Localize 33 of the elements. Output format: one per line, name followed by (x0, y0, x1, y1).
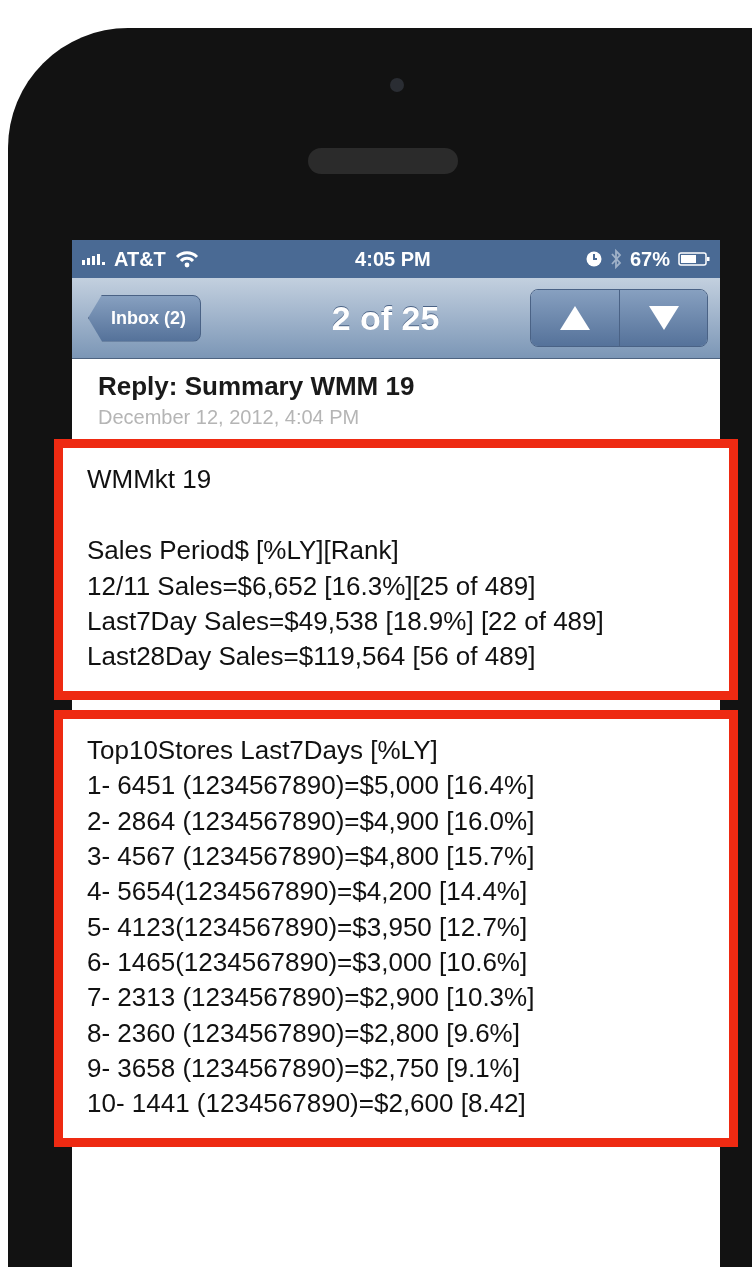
message-line: 1- 6451 (1234567890)=$5,000 [16.4%] (87, 769, 536, 803)
alarm-clock-icon (585, 251, 602, 267)
up-triangle-icon (560, 306, 590, 330)
message-line: 10- 1441 (1234567890)=$2,600 [8.42] (87, 1087, 527, 1121)
next-message-button[interactable] (619, 290, 707, 346)
message-line: 4- 5654(1234567890)=$4,200 [14.4%] (87, 875, 529, 909)
signal-icon (82, 253, 106, 265)
message-line: WMMkt 19 (87, 463, 213, 496)
message-date: December 12, 2012, 4:04 PM (97, 406, 361, 429)
battery-percent: 67% (629, 247, 670, 271)
previous-message-button[interactable] (531, 290, 619, 346)
message-line: 8- 2360 (1234567890)=$2,800 [9.6%] (87, 1016, 521, 1050)
message-line: 3- 4567 (1234567890)=$4,800 [15.7%] (87, 839, 536, 873)
camera-icon (390, 78, 404, 92)
message-line: Top10Stores Last7Days [%LY] (87, 733, 439, 767)
message-subject: Reply: Summary WMM 19 (97, 371, 416, 402)
wifi-icon (173, 250, 200, 268)
carrier-name: AT&T (114, 247, 166, 271)
message-line: 2- 2864 (1234567890)=$4,900 [16.0%] (87, 804, 536, 838)
down-triangle-icon (648, 306, 679, 330)
message-line: 9- 3658 (1234567890)=$2,750 [9.1%] (87, 1052, 521, 1086)
message-line: 5- 4123(1234567890)=$3,950 [12.7%] (87, 910, 529, 944)
battery-icon (678, 251, 710, 267)
message-line: Last28Day Sales=$119,564 [56 of 489] (87, 640, 537, 674)
message-line: 12/11 Sales=$6,652 [16.3%][25 of 489] (87, 569, 537, 603)
message-line: Last7Day Sales=$49,538 [18.9%] [22 of 489] (87, 605, 605, 639)
bluetooth-icon (609, 248, 622, 270)
message-line: 7- 2313 (1234567890)=$2,900 [10.3%] (87, 981, 536, 1015)
message-line: 6- 1465(1234567890)=$3,000 [10.6%] (87, 945, 529, 979)
message-counter: 2 of 25 (331, 298, 440, 338)
status-time: 4:05 PM (355, 247, 431, 271)
message-line: Sales Period$ [%LY][Rank] (87, 534, 400, 568)
inbox-back-button[interactable]: Inbox (2) (88, 294, 201, 342)
